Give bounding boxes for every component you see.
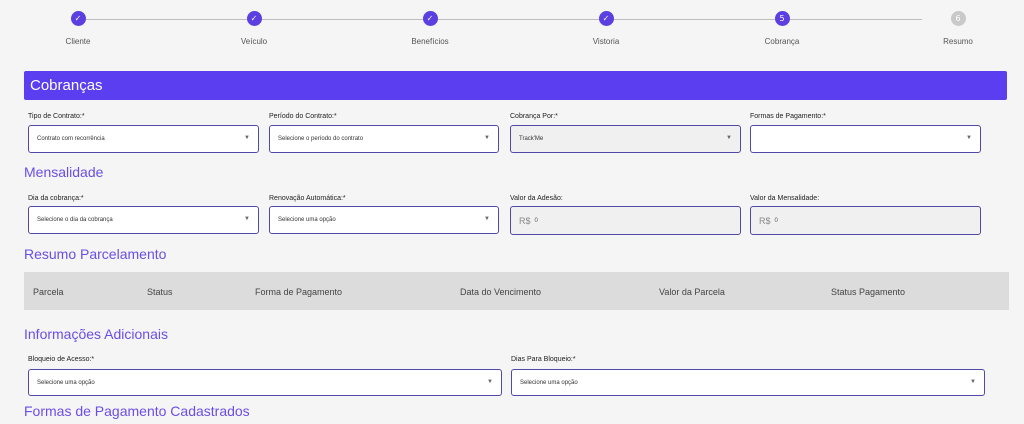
formas-cadastradas-title: Formas de Pagamento Cadastrados (24, 403, 250, 419)
column-header: Forma de Pagamento (255, 287, 343, 297)
step-number-6: 6 (950, 11, 966, 26)
bloqueio-acesso-label: Bloqueio de Acesso:* (28, 356, 95, 363)
select-value: Contrato com recorrência (37, 136, 105, 142)
step-number-5: 5 (774, 11, 790, 26)
select-value: Selecione o dia da cobrança (37, 217, 113, 223)
step-label: Veículo (240, 37, 268, 46)
valor-adesao-input[interactable]: R$ 0 (510, 206, 741, 235)
caret-down-icon: ▼ (244, 216, 250, 222)
input-value: 0 (534, 217, 538, 224)
select-value: Selecione o período do contrato (278, 136, 364, 142)
valor-mensalidade-label: Valor da Mensalidade: (750, 195, 820, 202)
dia-cobranca-label: Dia da cobrança:* (28, 195, 84, 202)
select-value: Selecione uma opção (278, 217, 336, 223)
step-label: Benefícios (411, 37, 449, 46)
column-header: Valor da Parcela (659, 287, 725, 297)
check-icon: ✓ (422, 11, 438, 26)
column-header: Status Pagamento (831, 287, 906, 297)
informacoes-adicionais-title: Informações Adicionais (24, 326, 168, 342)
check-icon: ✓ (598, 11, 614, 26)
caret-down-icon: ▼ (966, 135, 972, 141)
step-beneficios[interactable]: ✓ Benefícios (385, 11, 475, 46)
valor-mensalidade-input[interactable]: R$ 0 (750, 206, 981, 235)
step-label: Cliente (65, 37, 91, 46)
dias-bloqueio-select[interactable]: Selecione uma opção ▼ (511, 369, 985, 396)
periodo-contrato-label: Período do Contrato:* (269, 113, 337, 120)
select-value: Track'Me (519, 136, 544, 142)
renovacao-label: Renovação Automática:* (269, 195, 346, 202)
tipo-contrato-select[interactable]: Contrato com recorrência ▼ (28, 125, 259, 153)
renovacao-select[interactable]: Selecione uma opção ▼ (269, 206, 499, 234)
input-value: 0 (774, 217, 778, 224)
formas-pagamento-select[interactable]: ▼ (750, 125, 981, 153)
currency-prefix: R$ (519, 215, 531, 226)
caret-down-icon: ▼ (970, 379, 976, 385)
caret-down-icon: ▼ (726, 135, 732, 141)
column-header: Status (147, 287, 173, 297)
step-label: Cobrança (764, 37, 800, 46)
page-title: Cobranças (24, 71, 1007, 100)
select-value: Selecione uma opção (520, 379, 578, 386)
periodo-contrato-select[interactable]: Selecione o período do contrato ▼ (269, 125, 499, 153)
bloqueio-acesso-select[interactable]: Selecione uma opção ▼ (28, 369, 502, 396)
valor-adesao-label: Valor da Adesão: (510, 195, 563, 202)
step-resumo[interactable]: 6 Resumo (913, 11, 1003, 46)
step-label: Vistoria (592, 37, 620, 46)
tipo-contrato-label: Tipo de Contrato:* (28, 113, 85, 120)
caret-down-icon: ▼ (484, 216, 490, 222)
step-vistoria[interactable]: ✓ Vistoria (561, 11, 651, 46)
check-icon: ✓ (246, 11, 262, 26)
caret-down-icon: ▼ (487, 379, 493, 385)
formas-pagamento-label: Formas de Pagamento:* (750, 113, 826, 120)
currency-prefix: R$ (759, 215, 771, 226)
column-header: Data do Vencimento (460, 287, 542, 297)
check-icon: ✓ (70, 11, 86, 26)
caret-down-icon: ▼ (244, 135, 250, 141)
step-label: Resumo (943, 37, 973, 46)
mensalidade-title: Mensalidade (24, 164, 104, 180)
table-header: Parcela Status Forma de Pagamento Data d… (24, 272, 1009, 310)
dias-bloqueio-label: Dias Para Bloqueio:* (511, 356, 576, 363)
select-value: Selecione uma opção (37, 379, 95, 386)
progress-stepper: ✓ Cliente ✓ Veículo ✓ Benefícios ✓ Visto… (0, 0, 1024, 60)
resumo-parcelamento-title: Resumo Parcelamento (24, 246, 167, 262)
step-cobranca[interactable]: 5 Cobrança (737, 11, 827, 46)
caret-down-icon: ▼ (484, 135, 490, 141)
column-header: Parcela (33, 287, 64, 297)
cobranca-por-select[interactable]: Track'Me ▼ (510, 125, 741, 153)
step-cliente[interactable]: ✓ Cliente (33, 11, 123, 46)
cobranca-por-label: Cobrança Por:* (510, 113, 558, 120)
dia-cobranca-select[interactable]: Selecione o dia da cobrança ▼ (28, 206, 259, 234)
step-veiculo[interactable]: ✓ Veículo (209, 11, 299, 46)
